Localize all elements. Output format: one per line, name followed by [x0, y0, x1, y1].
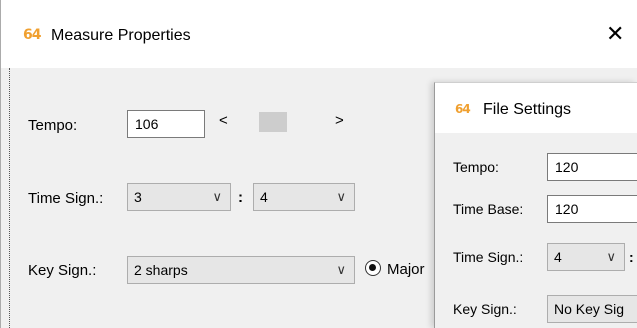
focus-border	[9, 68, 11, 328]
file-settings-titlebar: 64 File Settings	[435, 83, 637, 133]
tempo-input[interactable]: 120	[547, 153, 637, 181]
app-logo-icon: 64	[455, 102, 471, 116]
radio-selected-dot	[369, 264, 376, 271]
key-sign-label: Key Sign.:	[453, 301, 517, 317]
scroll-right-arrow-icon[interactable]: >	[335, 112, 344, 129]
close-icon[interactable]: ✕	[606, 22, 624, 47]
key-sign-select[interactable]: No Key Sig	[547, 295, 637, 323]
file-settings-dialog: 64 File Settings Tempo: 120 Time Base: 1…	[434, 82, 637, 328]
time-base-input[interactable]: 120	[547, 195, 637, 223]
chevron-down-icon: ∨	[336, 262, 346, 277]
scroll-thumb[interactable]	[259, 112, 287, 132]
time-sign-label: Time Sign.:	[453, 249, 524, 265]
time-separator: :	[238, 189, 243, 206]
chevron-down-icon: ∨	[606, 249, 616, 264]
tempo-label: Tempo:	[453, 159, 499, 175]
chevron-down-icon: ∨	[336, 189, 346, 204]
time-denominator-select[interactable]: 4 ∨	[253, 183, 355, 211]
major-label: Major	[387, 261, 425, 278]
tempo-input[interactable]: 106	[127, 110, 205, 138]
key-sign-select[interactable]: 2 sharps ∨	[127, 256, 355, 284]
time-base-label: Time Base:	[453, 201, 524, 217]
time-numerator-select[interactable]: 4 ∨	[547, 243, 625, 271]
tempo-label: Tempo:	[28, 117, 78, 134]
tempo-scrollbar[interactable]: < >	[211, 110, 351, 134]
chevron-down-icon: ∨	[212, 189, 222, 204]
time-denominator-value: 4	[260, 189, 268, 205]
app-logo-icon: 64	[23, 27, 42, 43]
time-numerator-select[interactable]: 3 ∨	[127, 183, 231, 211]
dialog-title: Measure Properties	[51, 27, 191, 44]
time-numerator-value: 4	[554, 249, 562, 265]
time-numerator-value: 3	[134, 189, 142, 205]
key-sign-value: 2 sharps	[134, 262, 188, 278]
time-separator: :	[629, 249, 634, 265]
time-sign-label: Time Sign.:	[28, 190, 104, 207]
key-sign-label: Key Sign.:	[28, 262, 97, 279]
key-sign-value: No Key Sig	[554, 301, 625, 317]
major-radio[interactable]	[365, 260, 381, 276]
scroll-left-arrow-icon[interactable]: <	[219, 112, 228, 129]
measure-titlebar: 64 Measure Properties ✕	[1, 0, 637, 68]
dialog-title: File Settings	[483, 101, 572, 118]
